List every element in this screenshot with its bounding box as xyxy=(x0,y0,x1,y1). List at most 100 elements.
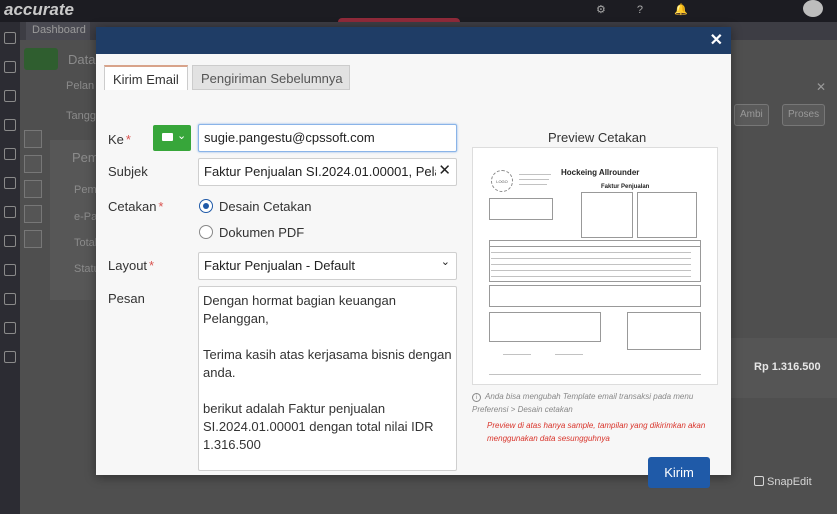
watermark: SnapEdit xyxy=(754,476,812,488)
radio-empty-icon[interactable] xyxy=(199,225,213,239)
doc-line xyxy=(489,246,701,247)
sidebar-icon[interactable] xyxy=(4,206,16,218)
radio-dokumen-pdf[interactable]: Dokumen PDF xyxy=(199,225,304,240)
doc-heading: Hockeing Allrounder xyxy=(561,168,640,177)
topbar-icons[interactable]: ⚙ ? 🔔 xyxy=(596,3,702,16)
radio-desain-cetakan[interactable]: Desain Cetakan xyxy=(199,199,312,214)
info-icon: i xyxy=(472,393,481,402)
layout-select[interactable]: Faktur Penjualan - Default ⌄ xyxy=(198,252,457,280)
envelope-icon xyxy=(162,133,173,141)
bg-tool-icon[interactable] xyxy=(24,205,42,223)
bg-tool-icon[interactable] xyxy=(24,130,42,148)
app-sidebar xyxy=(0,22,20,514)
company-logo: LOGO xyxy=(491,170,513,192)
bg-fragment: Data xyxy=(68,52,96,67)
doc-subtitle: Faktur Penjualan xyxy=(601,184,650,190)
sidebar-icon[interactable] xyxy=(4,264,16,276)
bg-tool-icon[interactable] xyxy=(24,180,42,198)
doc-info-box xyxy=(637,192,697,238)
preview-title: Preview Cetakan xyxy=(548,130,647,145)
print-label: Cetakan * xyxy=(108,199,164,214)
contact-picker-button[interactable]: ⌄ xyxy=(153,125,191,151)
radio-selected-icon[interactable] xyxy=(199,199,213,213)
to-label: Ke * xyxy=(108,132,131,147)
doc-line xyxy=(489,374,701,375)
sidebar-icon[interactable] xyxy=(4,322,16,334)
dialog-header: ✕ xyxy=(96,27,731,54)
bg-tool-icon[interactable] xyxy=(24,155,42,173)
bg-proses-button[interactable]: Proses xyxy=(782,104,826,126)
subject-value: Faktur Penjualan SI.2024.01.00001, Pelan xyxy=(204,164,450,179)
sidebar-icon[interactable] xyxy=(4,32,16,44)
bg-fragment: Pem xyxy=(74,184,97,196)
watermark-icon xyxy=(754,476,764,486)
chevron-down-icon: ⌄ xyxy=(177,130,187,142)
message-line: Pelanggan, xyxy=(203,311,269,326)
preview-warning-note: Preview di atas hanya sample, tampilan y… xyxy=(487,421,706,443)
bg-tool-icon[interactable] xyxy=(24,230,42,248)
message-textarea[interactable]: Dengan hormat bagian keuangan Pelanggan,… xyxy=(198,286,457,471)
bg-total-value: Rp 1.316.500 xyxy=(754,361,821,373)
bg-ambil-button[interactable]: Ambi xyxy=(734,104,769,126)
subject-label: Subjek xyxy=(108,164,148,179)
message-line: Terima kasih atas kerjasama bisnis denga… xyxy=(203,347,452,362)
tab-dashboard[interactable]: Dashboard xyxy=(26,22,90,40)
message-line: Dengan hormat bagian keuangan xyxy=(203,293,396,308)
message-line: berikut adalah Faktur penjualan xyxy=(203,401,386,416)
email-dialog: ✕ Kirim Email Pengiriman Sebelumnya Ke * … xyxy=(96,27,731,488)
doc-totals-box xyxy=(627,312,701,350)
message-line: 1.316.500 xyxy=(203,437,261,452)
template-info-note: i Anda bisa mengubah Template email trans… xyxy=(472,392,694,414)
doc-line xyxy=(491,270,691,271)
required-mark: * xyxy=(149,258,155,273)
message-line xyxy=(203,328,452,346)
dialog-body: Kirim Email Pengiriman Sebelumnya Ke * ⌄ … xyxy=(96,54,731,488)
close-icon[interactable]: ✕ xyxy=(710,30,723,50)
doc-line xyxy=(491,264,691,265)
doc-info-box xyxy=(581,192,633,238)
doc-line xyxy=(555,354,583,355)
message-label: Pesan xyxy=(108,291,145,306)
message-line: SI.2024.01.00001 dengan total nilai IDR xyxy=(203,419,434,434)
layout-value: Faktur Penjualan - Default xyxy=(204,258,356,273)
sidebar-icon[interactable] xyxy=(4,148,16,160)
send-button[interactable]: Kirim xyxy=(648,457,710,488)
app-logo: accurate xyxy=(4,0,74,19)
doc-line xyxy=(491,258,691,259)
tab-kirim-email[interactable]: Kirim Email xyxy=(104,65,188,90)
doc-customer-box xyxy=(489,198,553,220)
doc-notes-box xyxy=(489,312,601,342)
doc-line xyxy=(519,174,551,175)
clear-icon[interactable]: ✕ xyxy=(436,161,451,179)
doc-line xyxy=(491,276,691,277)
bg-fragment: e-Pa xyxy=(74,211,98,223)
sidebar-icon[interactable] xyxy=(4,235,16,247)
bg-fragment: Tangg xyxy=(66,110,96,122)
doc-line xyxy=(503,354,531,355)
bg-side-tools xyxy=(24,130,44,280)
bg-fragment: Total xyxy=(74,237,98,249)
doc-summary-box xyxy=(489,285,701,307)
required-mark: * xyxy=(158,199,164,214)
sidebar-icon[interactable] xyxy=(4,61,16,73)
doc-line xyxy=(491,252,691,253)
sidebar-icon[interactable] xyxy=(4,351,16,363)
required-mark: * xyxy=(125,132,131,147)
tab-pengiriman-sebelumnya[interactable]: Pengiriman Sebelumnya xyxy=(192,65,350,90)
sidebar-icon[interactable] xyxy=(4,177,16,189)
invoice-preview: LOGO Hockeing Allrounder Faktur Penjuala… xyxy=(472,147,718,385)
chevron-down-icon: ⌄ xyxy=(440,256,450,268)
sidebar-icon[interactable] xyxy=(4,119,16,131)
sidebar-icon[interactable] xyxy=(4,90,16,102)
subject-input[interactable]: Faktur Penjualan SI.2024.01.00001, Pelan… xyxy=(198,158,457,186)
to-input[interactable]: sugie.pangestu@cpssoft.com xyxy=(198,124,457,152)
avatar[interactable] xyxy=(803,0,823,17)
bg-fragment: Pelan xyxy=(66,80,95,92)
bg-close-icon[interactable]: ✕ xyxy=(816,80,826,94)
layout-label: Layout * xyxy=(108,258,155,273)
message-line xyxy=(203,382,452,400)
doc-line xyxy=(519,184,547,185)
sidebar-icon[interactable] xyxy=(4,293,16,305)
message-line: anda. xyxy=(203,365,236,380)
background-list-button[interactable] xyxy=(24,48,58,70)
